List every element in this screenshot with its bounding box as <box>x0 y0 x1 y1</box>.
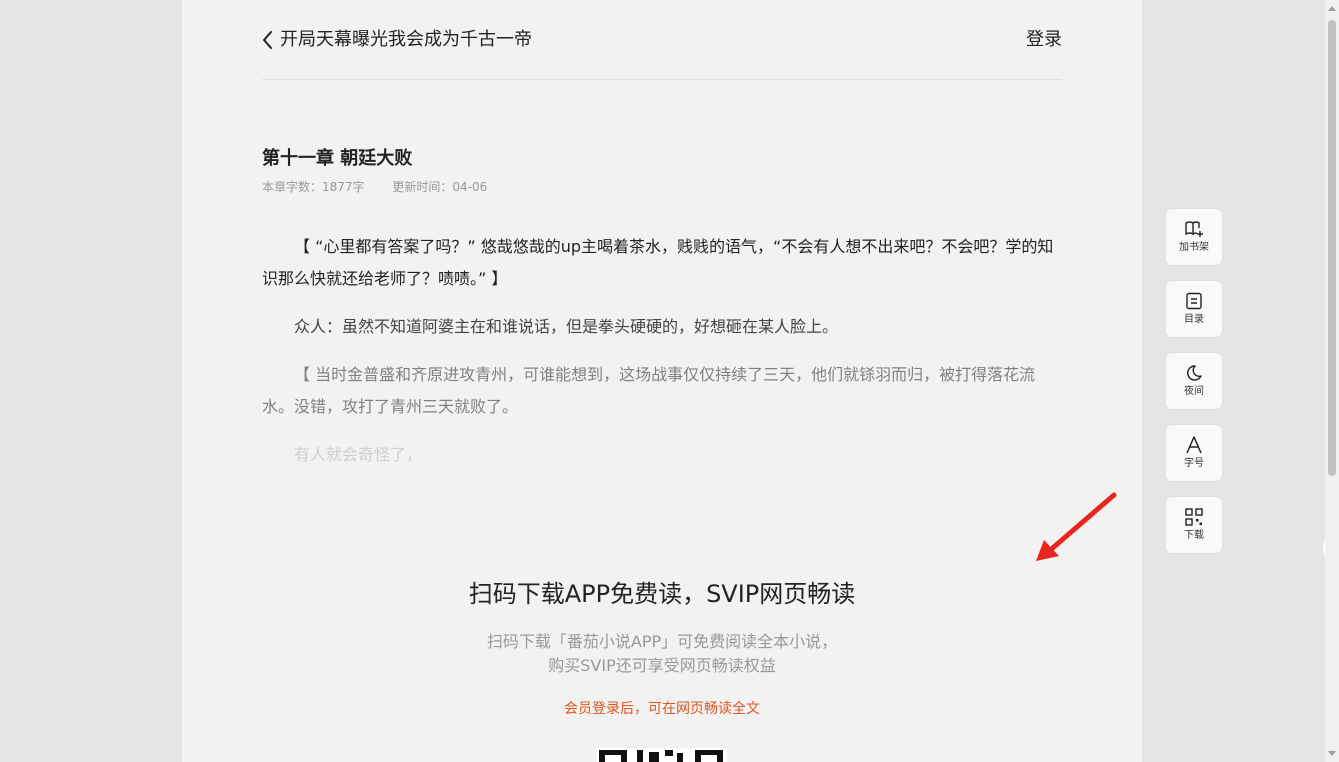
chapter-meta: 本章字数：1877字 更新时间：04-06 <box>262 178 487 195</box>
scroll-up-arrow[interactable] <box>1328 6 1336 11</box>
update-time: 更新时间：04-06 <box>392 180 488 194</box>
scroll-thumb[interactable] <box>1328 20 1336 476</box>
qr-code-icon <box>1185 508 1203 526</box>
promo-title: 扫码下载APP免费读，SVIP网页畅读 <box>468 580 856 608</box>
tool-label: 夜间 <box>1184 386 1204 397</box>
chapter-content: 【 “心里都有答案了吗？” 悠哉悠哉的up主喝着茶水，贱贱的语气，“不会有人想不… <box>262 231 1062 487</box>
catalog-button[interactable]: 目录 <box>1166 281 1222 337</box>
annotation-arrow <box>1036 492 1117 561</box>
font-size-button[interactable]: 字号 <box>1166 425 1222 481</box>
catalog-icon <box>1186 292 1202 310</box>
chapter-title: 第十一章 朝廷大败 <box>262 148 413 169</box>
moon-icon <box>1187 365 1202 381</box>
promo-description: 扫码下载「番茄小说APP」可免费阅读全本小说， 购买SVIP还可享受网页畅读权益 <box>182 630 1142 678</box>
word-count: 本章字数：1877字 <box>262 180 365 194</box>
reader-toolbar: 加书架 目录 夜间 字号 下载 <box>1166 209 1222 569</box>
tool-label: 目录 <box>1184 314 1204 325</box>
paragraph: 【 当时金普盛和齐原进攻青州，可谁能想到，这场战事仅仅持续了三天，他们就铩羽而归… <box>262 365 1036 416</box>
paragraph: 【 “心里都有答案了吗？” 悠哉悠哉的up主喝着茶水，贱贱的语气，“不会有人想不… <box>262 237 1054 288</box>
reader-page: 开局天幕曝光我会成为千古一帝 登录 第十一章 朝廷大败 本章字数：1877字 更… <box>182 0 1142 762</box>
add-bookshelf-icon <box>1185 221 1203 237</box>
paragraph: 有人就会奇怪了， <box>294 445 423 464</box>
book-title[interactable]: 开局天幕曝光我会成为千古一帝 <box>280 27 532 53</box>
font-size-icon <box>1186 436 1202 454</box>
night-mode-button[interactable]: 夜间 <box>1166 353 1222 409</box>
download-button[interactable]: 下载 <box>1166 497 1222 553</box>
promo-desc-line: 扫码下载「番茄小说APP」可免费阅读全本小说， <box>486 632 838 651</box>
tool-label: 加书架 <box>1179 242 1209 253</box>
page-scrollbar[interactable] <box>1325 0 1339 762</box>
chevron-left-icon <box>263 31 272 49</box>
reader-header: 开局天幕曝光我会成为千古一帝 登录 <box>262 0 1062 80</box>
tool-label: 字号 <box>1184 458 1204 469</box>
tool-label: 下载 <box>1184 530 1204 541</box>
scroll-down-arrow[interactable] <box>1328 751 1336 756</box>
download-qr-code <box>597 748 727 762</box>
login-link[interactable]: 登录 <box>1026 27 1062 53</box>
promo-desc-line: 购买SVIP还可享受网页畅读权益 <box>548 656 776 675</box>
add-bookshelf-button[interactable]: 加书架 <box>1166 209 1222 265</box>
paragraph: 众人：虽然不知道阿婆主在和谁说话，但是拳头硬硬的，好想砸在某人脸上。 <box>294 317 839 336</box>
promo-note: 会员登录后，可在网页畅读全文 <box>564 701 760 717</box>
back-button[interactable]: 开局天幕曝光我会成为千古一帝 <box>262 27 532 53</box>
